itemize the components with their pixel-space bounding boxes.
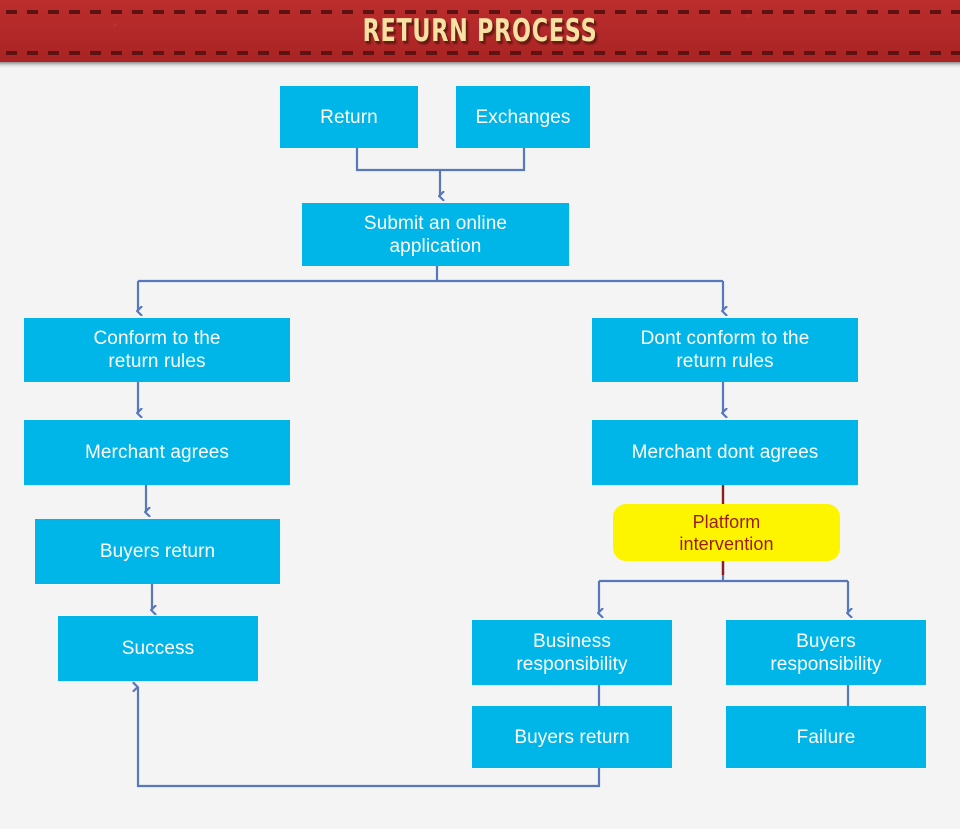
node-buyers-return-left[interactable]: Buyers return — [35, 519, 280, 584]
node-merchant-dont-agrees[interactable]: Merchant dont agrees — [592, 420, 858, 485]
node-buyers-responsibility[interactable]: Buyers responsibility — [726, 620, 926, 685]
flowchart-page: RETURN PROCESS Return Exchanges Submit a… — [0, 0, 960, 829]
edge-platform-to-responsibilities — [599, 561, 848, 613]
edge-return-to-submit — [355, 148, 526, 196]
node-business-responsibility[interactable]: Business responsibility — [472, 620, 672, 685]
node-buyers-return-bottom[interactable]: Buyers return — [472, 706, 672, 768]
node-merchant-agrees[interactable]: Merchant agrees — [24, 420, 290, 485]
node-platform-intervention[interactable]: Platform intervention — [613, 504, 840, 561]
edge-submit-to-branches — [138, 266, 723, 311]
node-success[interactable]: Success — [58, 616, 258, 681]
node-dont-conform-to-return-rules[interactable]: Dont conform to the return rules — [592, 318, 858, 382]
node-return[interactable]: Return — [280, 86, 418, 148]
node-submit-online-application[interactable]: Submit an online application — [302, 203, 569, 266]
flowchart-canvas: Return Exchanges Submit an online applic… — [0, 0, 960, 829]
node-exchanges[interactable]: Exchanges — [456, 86, 590, 148]
node-conform-to-return-rules[interactable]: Conform to the return rules — [24, 318, 290, 382]
node-failure[interactable]: Failure — [726, 706, 926, 768]
